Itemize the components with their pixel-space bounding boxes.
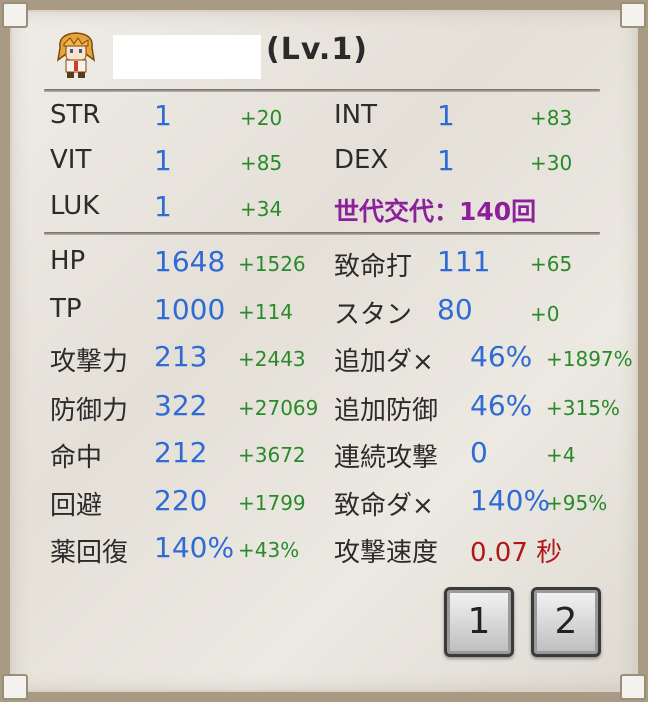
stat-bonus-stun: +0 [530, 302, 560, 326]
divider [44, 232, 600, 235]
stat-bonus-dex: +30 [530, 151, 573, 175]
stat-value-combo: 0 [470, 436, 488, 469]
character-avatar-icon [56, 32, 96, 78]
stat-value-dex: 1 [437, 144, 455, 177]
divider [44, 89, 600, 92]
stat-value-attack: 213 [154, 340, 208, 373]
stat-bonus-hp: +1526 [238, 252, 306, 276]
stat-value-int: 1 [437, 99, 455, 132]
page-1-button[interactable]: 1 [444, 587, 514, 657]
stat-label-potion-recovery: 薬回復 [50, 538, 129, 568]
stat-bonus-extra-damage: +1897% [546, 347, 633, 371]
stat-label-luk: LUK [50, 191, 100, 221]
character-level: (Lv.1) [266, 32, 368, 67]
stat-label-stun: スタン [334, 300, 413, 330]
stat-value-defense: 322 [154, 389, 208, 422]
stat-label-int: INT [334, 100, 377, 130]
stat-bonus-extra-defense: +315% [546, 396, 620, 420]
stat-value-hp: 1648 [154, 245, 226, 278]
stat-label-defense: 防御力 [50, 396, 129, 426]
stat-value-critical: 111 [437, 245, 491, 278]
stat-label-hp: HP [50, 246, 86, 276]
frame-corner [620, 2, 646, 28]
stat-bonus-luk: +34 [240, 197, 283, 221]
stat-value-accuracy: 212 [154, 436, 208, 469]
stat-label-str: STR [50, 100, 101, 130]
frame-corner [2, 2, 28, 28]
stat-value-stun: 80 [437, 293, 473, 326]
stat-bonus-vit: +85 [240, 151, 283, 175]
stat-bonus-critical-damage: +95% [546, 491, 608, 515]
stat-value-vit: 1 [154, 144, 172, 177]
stat-bonus-critical: +65 [530, 252, 573, 276]
stat-value-tp: 1000 [154, 293, 226, 326]
stat-label-critical: 致命打 [334, 252, 413, 282]
stat-label-combo: 連続攻撃 [334, 443, 439, 473]
stat-value-luk: 1 [154, 190, 172, 223]
frame-corner [620, 674, 646, 700]
stat-bonus-accuracy: +3672 [238, 443, 306, 467]
stat-bonus-evasion: +1799 [238, 491, 306, 515]
stat-bonus-combo: +4 [546, 443, 576, 467]
stat-label-attack: 攻撃力 [50, 347, 129, 377]
stat-label-evasion: 回避 [50, 491, 103, 521]
stat-label-extra-defense: 追加防御 [334, 396, 439, 426]
stat-bonus-int: +83 [530, 106, 573, 130]
stat-value-evasion: 220 [154, 484, 208, 517]
stat-label-dex: DEX [334, 145, 389, 175]
stat-bonus-str: +20 [240, 106, 283, 130]
stat-value-critical-damage: 140% [470, 484, 551, 517]
character-name-field [113, 35, 261, 79]
stat-label-attack-speed: 攻撃速度 [334, 538, 439, 568]
stat-label-tp: TP [50, 294, 82, 324]
page-2-button[interactable]: 2 [531, 587, 601, 657]
stat-value-str: 1 [154, 99, 172, 132]
stat-bonus-attack: +2443 [238, 347, 306, 371]
stat-bonus-potion-recovery: +43% [238, 538, 300, 562]
stat-value-extra-damage: 46% [470, 340, 533, 373]
stat-value-potion-recovery: 140% [154, 531, 235, 564]
stat-label-extra-damage: 追加ダ× [334, 347, 434, 377]
stat-bonus-defense: +27069 [238, 396, 319, 420]
stat-label-accuracy: 命中 [50, 443, 103, 473]
stat-label-critical-damage: 致命ダ× [334, 491, 434, 521]
stat-bonus-tp: +114 [238, 300, 293, 324]
stat-value-extra-defense: 46% [470, 389, 533, 422]
frame-corner [2, 674, 28, 700]
generation-count: 世代交代：140回 [334, 197, 537, 226]
stat-label-vit: VIT [50, 145, 92, 175]
stat-value-attack-speed: 0.07 秒 [470, 538, 563, 568]
